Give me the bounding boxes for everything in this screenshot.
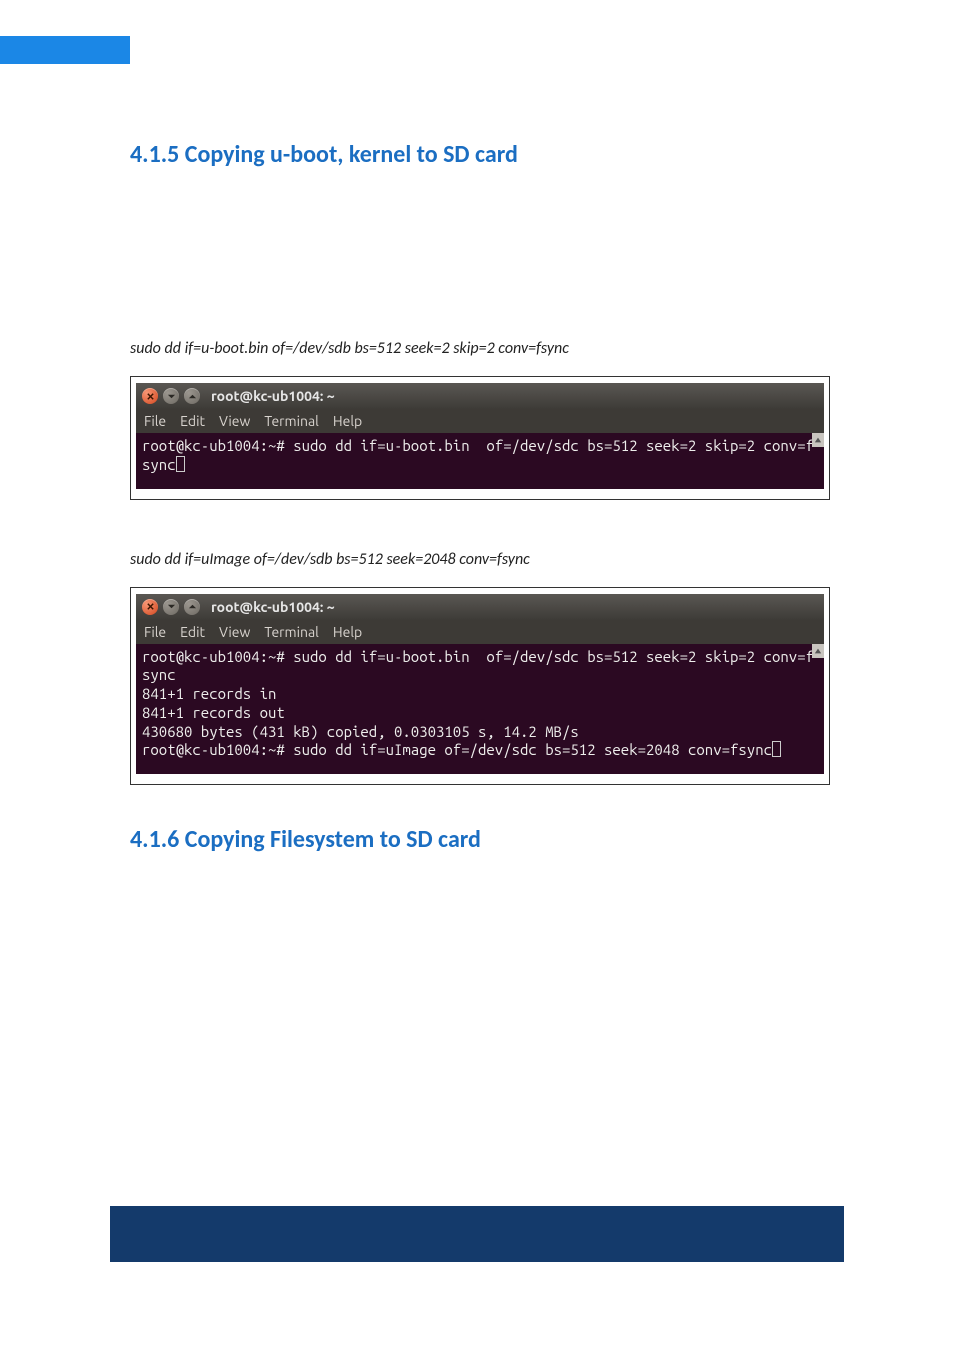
- terminal-menubar: File Edit View Terminal Help: [136, 409, 824, 433]
- heading-number: 4.1.5: [130, 140, 179, 169]
- heading-number: 4.1.6: [130, 825, 179, 854]
- screenshot-1: root@kc-ub1004: ~ File Edit View Termina…: [130, 376, 830, 500]
- header-accent-bar: [0, 36, 130, 64]
- command-text-1: sudo dd if=u-boot.bin of=/dev/sdb bs=512…: [130, 339, 830, 358]
- menu-help[interactable]: Help: [333, 413, 362, 429]
- terminal-window: root@kc-ub1004: ~ File Edit View Termina…: [136, 383, 824, 489]
- heading-text: Copying u-boot, kernel to SD card: [185, 140, 518, 169]
- menu-edit[interactable]: Edit: [180, 624, 205, 640]
- terminal-body[interactable]: root@kc-ub1004:~# sudo dd if=u-boot.bin …: [136, 433, 824, 489]
- maximize-icon[interactable]: [184, 599, 200, 615]
- minimize-icon[interactable]: [163, 388, 179, 404]
- menu-file[interactable]: File: [144, 624, 166, 640]
- terminal-line: 841+1 records in: [142, 685, 818, 704]
- scroll-up-icon[interactable]: [812, 644, 824, 658]
- cursor-icon: [176, 456, 185, 472]
- terminal-line: root@kc-ub1004:~# sudo dd if=uImage of=/…: [142, 741, 818, 760]
- terminal-line: root@kc-ub1004:~# sudo dd if=u-boot.bin …: [142, 648, 818, 667]
- menu-file[interactable]: File: [144, 413, 166, 429]
- terminal-line: sync: [142, 456, 818, 475]
- menu-view[interactable]: View: [219, 624, 250, 640]
- heading-text: Copying Filesystem to SD card: [185, 825, 481, 854]
- scroll-up-icon[interactable]: [812, 433, 824, 447]
- terminal-line: sync: [142, 666, 818, 685]
- heading-416: 4.1.6 Copying Filesystem to SD card: [130, 825, 830, 854]
- close-icon[interactable]: [142, 388, 158, 404]
- terminal-titlebar: root@kc-ub1004: ~: [136, 594, 824, 620]
- terminal-titlebar: root@kc-ub1004: ~: [136, 383, 824, 409]
- terminal-line: root@kc-ub1004:~# sudo dd if=u-boot.bin …: [142, 437, 818, 456]
- terminal-line: 841+1 records out: [142, 704, 818, 723]
- terminal-body[interactable]: root@kc-ub1004:~# sudo dd if=u-boot.bin …: [136, 644, 824, 775]
- spacer: [130, 785, 830, 825]
- maximize-icon[interactable]: [184, 388, 200, 404]
- page-content: 4.1.5 Copying u-boot, kernel to SD card …: [130, 140, 830, 874]
- heading-415: 4.1.5 Copying u-boot, kernel to SD card: [130, 140, 830, 169]
- screenshot-2: root@kc-ub1004: ~ File Edit View Termina…: [130, 587, 830, 786]
- footer-bar: [110, 1206, 844, 1262]
- terminal-window: root@kc-ub1004: ~ File Edit View Termina…: [136, 594, 824, 775]
- menu-help[interactable]: Help: [333, 624, 362, 640]
- spacer: [130, 500, 830, 550]
- spacer: [130, 189, 830, 339]
- terminal-title: root@kc-ub1004: ~: [211, 388, 335, 404]
- close-icon[interactable]: [142, 599, 158, 615]
- terminal-title: root@kc-ub1004: ~: [211, 599, 335, 615]
- menu-edit[interactable]: Edit: [180, 413, 205, 429]
- minimize-icon[interactable]: [163, 599, 179, 615]
- menu-terminal[interactable]: Terminal: [264, 624, 319, 640]
- menu-view[interactable]: View: [219, 413, 250, 429]
- command-text-2: sudo dd if=uImage of=/dev/sdb bs=512 see…: [130, 550, 830, 569]
- cursor-icon: [772, 741, 781, 757]
- terminal-menubar: File Edit View Terminal Help: [136, 620, 824, 644]
- menu-terminal[interactable]: Terminal: [264, 413, 319, 429]
- terminal-line: 430680 bytes (431 kB) copied, 0.0303105 …: [142, 723, 818, 742]
